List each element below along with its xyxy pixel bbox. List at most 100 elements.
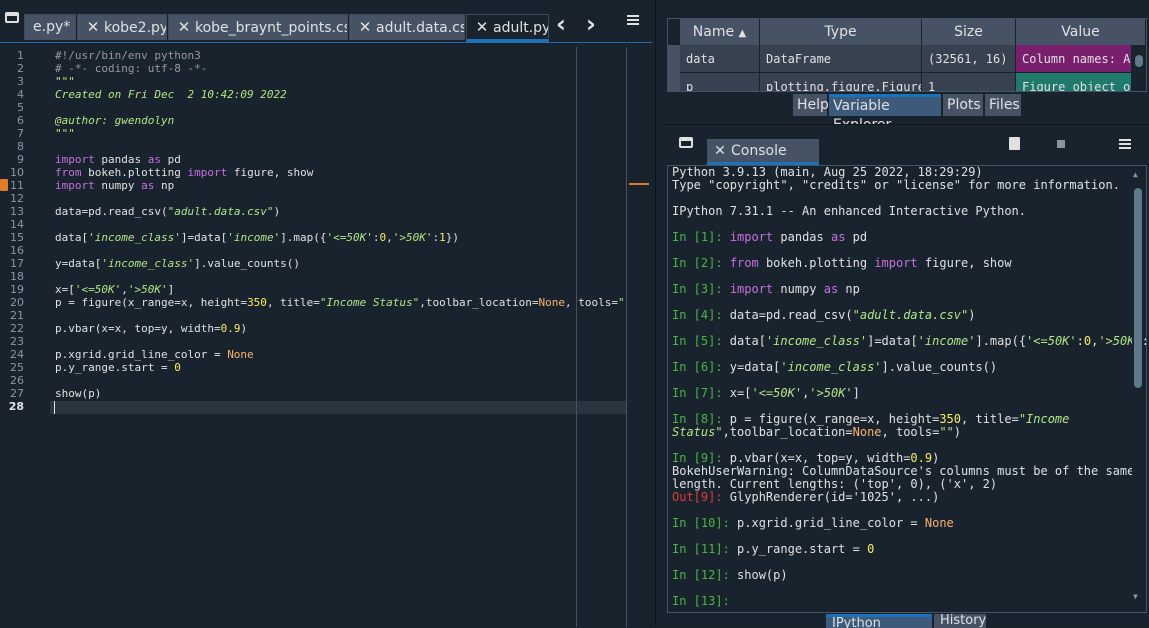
close-icon[interactable]: ✕ <box>475 15 489 39</box>
window-icon[interactable] <box>5 12 19 23</box>
tab-kobe2-py[interactable]: ✕ kobe2.py <box>77 14 167 40</box>
code-editor[interactable]: 1 2 3 4 5 6 7 8 9 10 11 12 13 14 15 16 1… <box>0 42 653 627</box>
scroll-flag-area[interactable] <box>626 47 653 627</box>
code-line: p.xgrid.grid_line_color = None <box>55 348 254 361</box>
variable-name-cell[interactable]: p <box>680 73 760 91</box>
line-number: 3 <box>17 75 24 88</box>
code-line: @author: gwendolyn <box>55 114 175 127</box>
scroll-down-icon[interactable]: ▼ <box>1133 592 1138 601</box>
tab-adult-py[interactable]: ✕ adult.py <box>466 14 549 42</box>
variable-value-cell[interactable]: Figure object of <box>1016 73 1132 91</box>
banner-line: Type "copyright", "credits" or "license"… <box>672 178 1120 192</box>
chevron-right-icon[interactable]: › <box>586 10 596 38</box>
variable-size-cell[interactable]: (32561, 16) <box>922 45 1016 73</box>
console-prompt[interactable]: In [13]: <box>672 594 730 608</box>
console-output[interactable]: Python 3.9.13 (main, Aug 25 2022, 18:29:… <box>667 165 1147 613</box>
console-input-line: In [11]: p.y_range.start = 0 <box>672 542 875 556</box>
column-header-size[interactable]: Size <box>922 19 1016 45</box>
console-input-line: Status",toolbar_location=None, tools="") <box>672 425 962 439</box>
warning-flag-marker[interactable] <box>629 183 649 185</box>
scroll-thumb[interactable] <box>1134 188 1142 388</box>
code-area[interactable]: #!/usr/bin/env python3 # -*- coding: utf… <box>50 47 638 627</box>
code-line: x=['<=50K','>50K'] <box>55 283 175 296</box>
line-number: 18 <box>10 270 24 283</box>
variable-table[interactable]: Name ▲ Type Size Value data DataFrame (3… <box>667 18 1147 92</box>
line-number: 24 <box>10 348 24 361</box>
code-line: #!/usr/bin/env python3 <box>55 49 201 62</box>
vertical-scrollbar[interactable]: ▲ ▼ <box>1132 170 1144 601</box>
code-line: Created on Fri Dec 2 10:42:09 2022 <box>55 88 287 101</box>
console-input-line: In [4]: data=pd.read_csv("adult.data.csv… <box>672 308 976 322</box>
tab-e-py[interactable]: e.py* <box>24 14 76 40</box>
tab-help[interactable]: Help <box>793 94 829 116</box>
variable-explorer-pane: Name ▲ Type Size Value data DataFrame (3… <box>663 0 1149 133</box>
console-input-line: In [10]: p.xgrid.grid_line_color = None <box>672 516 954 530</box>
code-line: from bokeh.plotting import figure, show <box>55 166 314 179</box>
stop-icon[interactable] <box>1057 140 1065 148</box>
tab-label: adult.data.csv <box>376 20 464 36</box>
editor-tab-bar: e.py* ✕ kobe2.py ✕ kobe_braynt_points.csv … <box>0 0 655 42</box>
console-warning-line: length. Current lengths: ('top', 0), ('x… <box>672 477 998 491</box>
options-menu-icon[interactable] <box>627 15 639 25</box>
variable-size-cell[interactable]: 1 <box>922 73 1016 91</box>
line-number: 16 <box>10 244 24 257</box>
tab-label: kobe2.py <box>104 20 167 36</box>
text-cursor <box>54 401 55 414</box>
line-number: 26 <box>10 374 24 387</box>
options-menu-icon[interactable] <box>1119 139 1131 149</box>
tab-files[interactable]: Files <box>985 94 1021 116</box>
line-number: 15 <box>10 231 24 244</box>
variable-type-cell[interactable]: DataFrame <box>760 45 922 73</box>
tab-label: adult.py <box>493 20 549 36</box>
tab-console[interactable]: ✕Console 18/A <box>707 139 819 184</box>
row-header[interactable] <box>668 45 680 73</box>
banner-line: Python 3.9.13 (main, Aug 25 2022, 18:29:… <box>672 165 983 179</box>
close-icon[interactable]: ✕ <box>713 139 727 164</box>
variable-name-cell[interactable]: data <box>680 45 760 73</box>
line-number: 22 <box>10 322 24 335</box>
line-number-current: 28 <box>8 400 24 413</box>
column-header-name[interactable]: Name ▲ <box>680 19 760 45</box>
column-header-value[interactable]: Value <box>1016 19 1146 45</box>
console-warning-line: BokehUserWarning: ColumnDataSource's col… <box>672 464 1135 478</box>
scroll-up-icon[interactable]: ▲ <box>1133 170 1138 179</box>
close-icon[interactable]: ✕ <box>86 15 100 39</box>
line-number: 13 <box>10 205 24 218</box>
code-line: p = figure(x_range=x, height=350, title=… <box>55 296 638 309</box>
console-input-line: In [7]: x=['<=50K','>50K'] <box>672 386 860 400</box>
line-number: 21 <box>10 309 24 322</box>
close-icon[interactable]: ✕ <box>177 15 191 39</box>
console-output-line: Out[9]: GlyphRenderer(id='1025', ...) <box>672 490 940 504</box>
code-line: import numpy as np <box>55 179 175 192</box>
close-icon[interactable]: ✕ <box>358 15 372 39</box>
column-header-type[interactable]: Type <box>760 19 922 45</box>
code-line: # -*- coding: utf-8 -*- <box>55 62 208 75</box>
warning-icon[interactable] <box>0 179 8 191</box>
line-number: 25 <box>10 361 24 374</box>
console-input-line: In [1]: import pandas as pd <box>672 230 868 244</box>
tab-kobe-braynt-points-csv[interactable]: ✕ kobe_braynt_points.csv <box>168 14 348 40</box>
row-header[interactable] <box>668 73 680 91</box>
console-input-line: In [2]: from bokeh.plotting import figur… <box>672 256 1012 270</box>
line-number: 6 <box>17 114 24 127</box>
tab-adult-data-csv[interactable]: ✕adult.data.csv <box>349 14 465 40</box>
variable-type-cell[interactable]: plotting.figure.Figure <box>760 73 922 91</box>
variable-value-cell[interactable]: Column names: Age <box>1016 45 1132 73</box>
vertical-scrollbar[interactable] <box>1132 45 1146 91</box>
console-input-line: In [6]: y=data['income_class'].value_cou… <box>672 360 998 374</box>
line-number: 4 <box>17 88 24 101</box>
code-line: """ <box>55 127 75 140</box>
editor-pane: e.py* ✕ kobe2.py ✕ kobe_braynt_points.csv … <box>0 0 655 627</box>
console-input-line: In [9]: p.vbar(x=x, top=y, width=0.9) <box>672 451 940 465</box>
code-line: p.vbar(x=x, top=y, width=0.9) <box>55 322 248 335</box>
line-number: 8 <box>17 140 24 153</box>
clipboard-icon[interactable] <box>1009 137 1020 150</box>
tab-variable-explorer[interactable]: Variable Explorer <box>829 94 941 133</box>
chevron-left-icon[interactable]: ‹ <box>556 10 566 38</box>
scroll-thumb[interactable] <box>1135 55 1143 67</box>
window-icon[interactable] <box>679 137 693 148</box>
line-number: 23 <box>10 335 24 348</box>
tab-plots[interactable]: Plots <box>943 94 983 116</box>
console-input-line: In [5]: data['income_class']=data['incom… <box>672 334 1146 348</box>
code-line: data['income_class']=data['income'].map(… <box>55 231 460 244</box>
